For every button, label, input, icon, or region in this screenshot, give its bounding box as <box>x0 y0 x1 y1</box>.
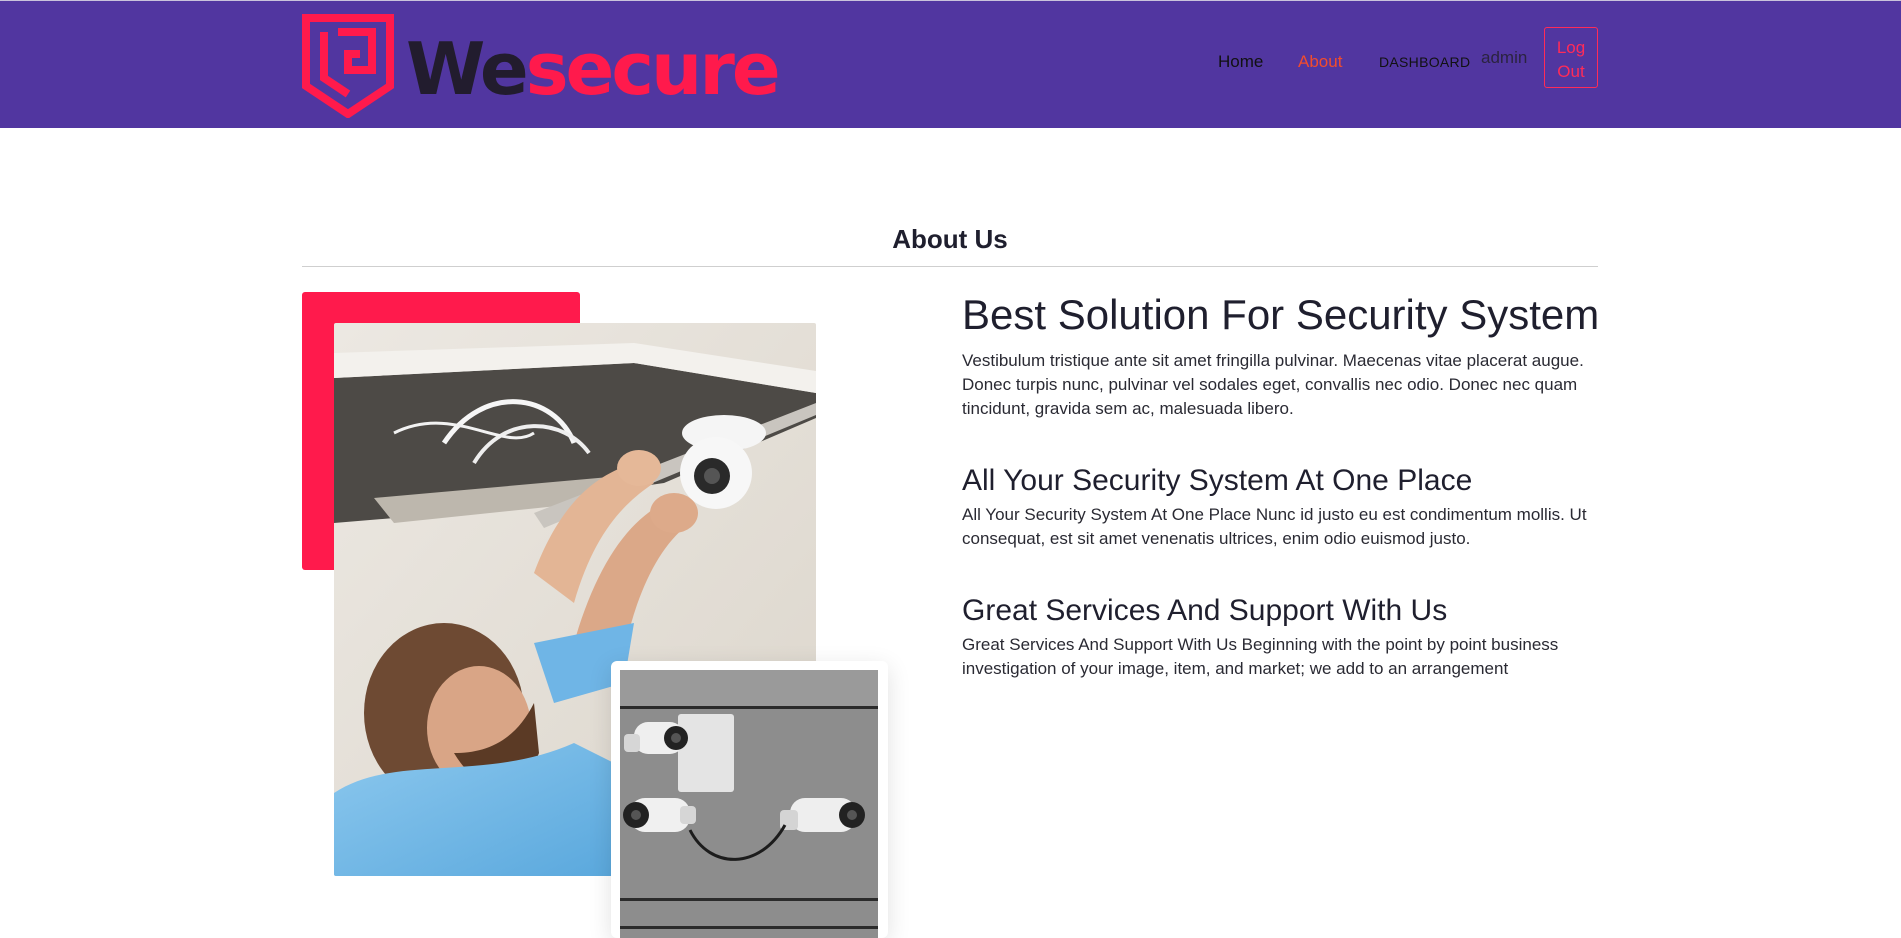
feature-heading-2: Great Services And Support With Us <box>962 594 1448 627</box>
brand-name-part1: We <box>406 27 529 111</box>
main-paragraph: Vestibulum tristique ante sit amet fring… <box>962 351 1584 418</box>
feature-heading-1: All Your Security System At One Place <box>962 464 1473 497</box>
feature-block-1: All Your Security System At One Place Al… <box>962 463 1602 551</box>
current-user-label: admin <box>1481 48 1528 67</box>
main-heading: Best Solution For Security System <box>962 291 1600 338</box>
feature-text-1: All Your Security System At One Place Nu… <box>962 505 1587 548</box>
section-divider <box>302 266 1598 267</box>
shield-logo-icon <box>302 14 394 118</box>
nav-dashboard-link[interactable]: DASHBOARD <box>1379 54 1470 70</box>
nav-about-link[interactable]: About <box>1298 52 1342 72</box>
security-cameras-photo <box>620 670 878 938</box>
feature-block-2: Great Services And Support With Us Great… <box>962 593 1602 681</box>
section-title: About Us <box>892 224 1008 254</box>
brand-logo[interactable]: Wesecure <box>302 14 781 118</box>
about-content: Best Solution For Security System Vestib… <box>962 290 1602 681</box>
inset-photo-card <box>611 661 888 938</box>
security-cameras-image <box>620 670 878 938</box>
nav-home-link[interactable]: Home <box>1218 52 1263 72</box>
logout-button[interactable]: Log Out <box>1544 27 1598 88</box>
brand-name-part2: secure <box>525 27 781 111</box>
site-header: Wesecure Home About DASHBOARD admin Log … <box>0 0 1901 128</box>
brand-name: Wesecure <box>406 33 781 105</box>
feature-text-2: Great Services And Support With Us Begin… <box>962 635 1559 678</box>
